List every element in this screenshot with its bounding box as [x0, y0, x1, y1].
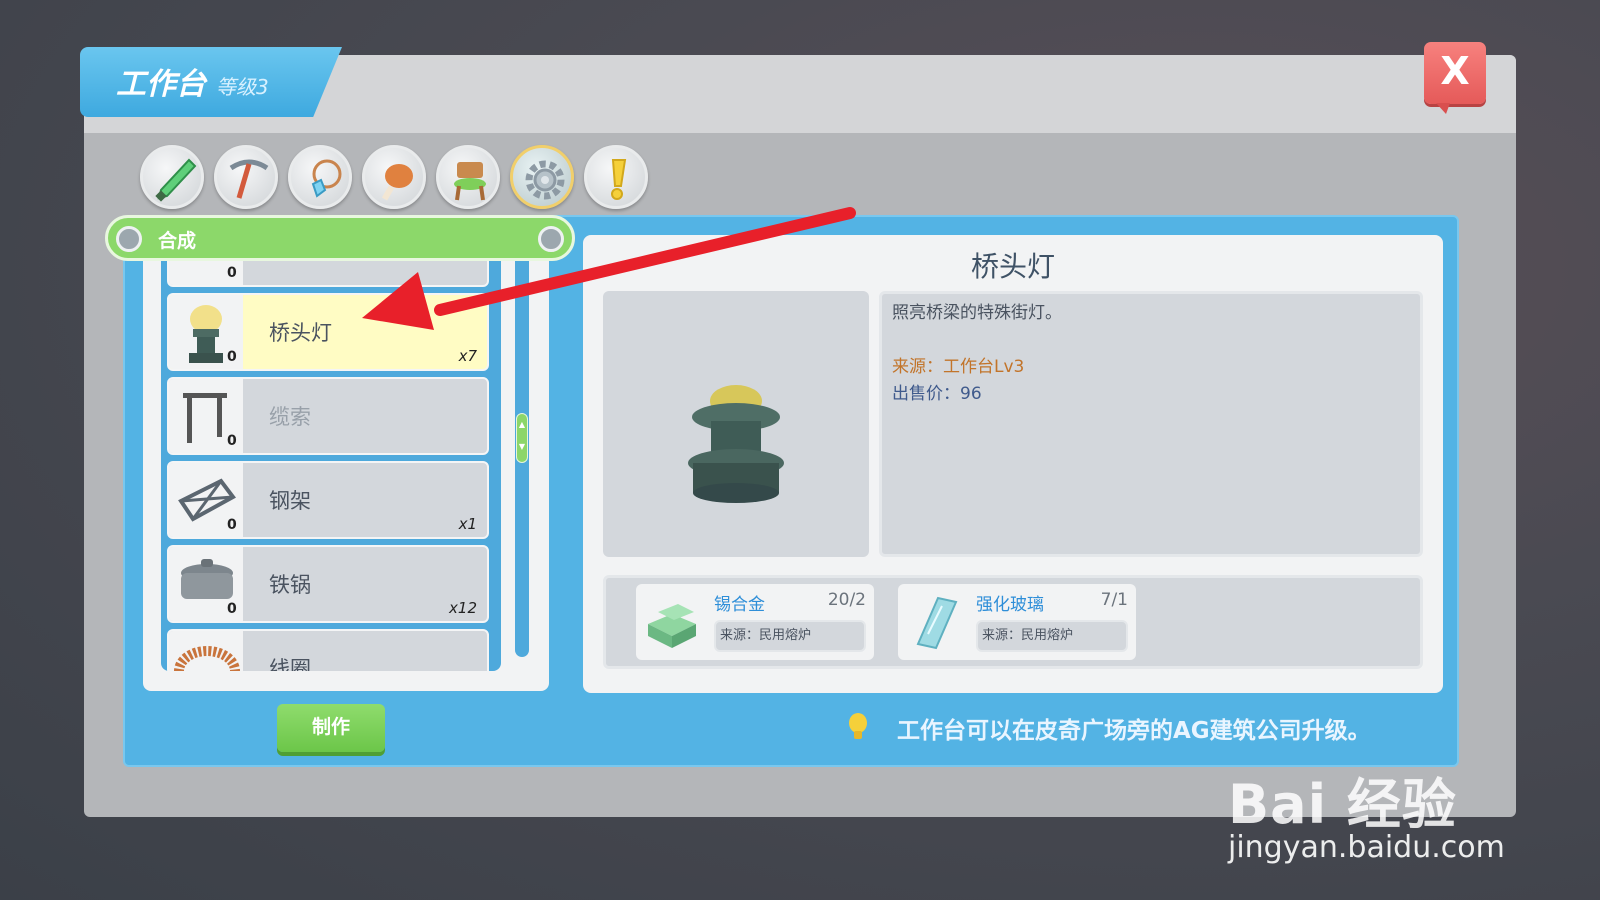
item-quantity: x7: [458, 347, 477, 365]
lightbulb-icon: [845, 711, 871, 747]
list-item-coil[interactable]: 线圈: [167, 629, 489, 671]
item-name: 钢架: [269, 489, 311, 513]
item-name: 铁锅: [269, 573, 311, 597]
amulet-icon[interactable]: [288, 145, 352, 209]
recipe-list-card: 0 0 桥头灯 x7 0 缆索 0 钢架 x1 0 铁锅 x12 线圈 ▲ ▼: [143, 243, 549, 691]
header-left-dot: [116, 226, 142, 252]
window-title: 工作台: [116, 67, 206, 102]
crafting-panel: 0 0 桥头灯 x7 0 缆索 0 钢架 x1 0 铁锅 x12 线圈 ▲ ▼ …: [105, 215, 1459, 767]
material-source: 来源：民用熔炉: [976, 620, 1128, 652]
item-preview: [603, 291, 869, 557]
item-owned-count: 0: [227, 601, 237, 617]
list-item-bridge-lamp[interactable]: 0 桥头灯 x7: [167, 293, 489, 371]
list-item-steel-frame[interactable]: 0 钢架 x1: [167, 461, 489, 539]
title-bar: 工作台 等级3 X: [80, 42, 1516, 133]
material-count: 20/2: [827, 590, 866, 610]
list-item-cable[interactable]: 0 缆索: [167, 377, 489, 455]
baidu-watermark-url: jingyan.baidu.com: [1228, 830, 1505, 865]
item-name: 线圈: [269, 657, 311, 671]
workbench-level: 等级3: [216, 75, 269, 99]
item-description-box: 照亮桥梁的特殊街灯。 来源：工作台Lv3 出售价：96: [879, 291, 1423, 557]
item-owned-count: 0: [227, 349, 237, 365]
pickaxe-icon[interactable]: [214, 145, 278, 209]
make-button[interactable]: 制作: [277, 704, 385, 752]
material-count: 7/1: [1100, 590, 1128, 610]
coil-icon: [169, 631, 243, 671]
recipe-list[interactable]: 0 0 桥头灯 x7 0 缆索 0 钢架 x1 0 铁锅 x12 线圈: [161, 243, 501, 671]
item-owned-count: 0: [227, 265, 237, 281]
item-description: 照亮桥梁的特殊街灯。: [892, 303, 1062, 323]
synthesis-header: 合成: [105, 215, 575, 261]
bridge-lamp-preview-icon: [688, 385, 784, 503]
item-sell-price: 出售价：96: [892, 384, 982, 404]
scrollbar[interactable]: ▲ ▼: [515, 243, 529, 657]
item-source: 来源：工作台Lv3: [892, 357, 1025, 377]
material-name: 锡合金: [714, 595, 765, 615]
material-reinforced-glass[interactable]: 强化玻璃 7/1 来源：民用熔炉: [898, 584, 1136, 660]
scrollbar-thumb[interactable]: ▲ ▼: [516, 413, 528, 463]
upgrade-tip: 工作台可以在皮奇广场旁的AG建筑公司升级。: [897, 718, 1371, 744]
material-tin-alloy[interactable]: 锡合金 20/2 来源：民用熔炉: [636, 584, 874, 660]
item-name: 桥头灯: [269, 321, 332, 345]
gear-icon[interactable]: [510, 145, 574, 209]
baidu-watermark-logo: Bai 经验: [1228, 773, 1457, 836]
workbench-window: 工作台 等级3 X 0 0 桥头灯 x7 0 缆索 0 钢架 x1 0 铁锅 x…: [80, 42, 1516, 817]
title-tab: 工作台 等级3: [80, 47, 342, 117]
item-owned-count: 0: [227, 517, 237, 533]
glass-icon: [904, 590, 968, 654]
item-quantity: x12: [449, 599, 477, 617]
sword-icon[interactable]: [140, 145, 204, 209]
detail-title: 桥头灯: [970, 250, 1055, 283]
material-source: 来源：民用熔炉: [714, 620, 866, 652]
close-button[interactable]: X: [1424, 42, 1486, 114]
header-right-dot: [538, 226, 564, 252]
list-item-iron-pot[interactable]: 0 铁锅 x12: [167, 545, 489, 623]
synthesis-label: 合成: [158, 230, 197, 252]
meat-icon[interactable]: [362, 145, 426, 209]
item-owned-count: 0: [227, 433, 237, 449]
tin-alloy-icon: [642, 590, 706, 654]
material-name: 强化玻璃: [976, 595, 1044, 615]
chair-icon[interactable]: [436, 145, 500, 209]
item-name: 缆索: [269, 405, 311, 429]
exclamation-icon[interactable]: [584, 145, 648, 209]
item-detail-card: 桥头灯 照亮桥梁的特殊街灯。 来源：工作台Lv3 出售价：96 锡合金 20/2…: [583, 235, 1443, 693]
item-quantity: x1: [458, 515, 477, 533]
materials-strip: 锡合金 20/2 来源：民用熔炉 强化玻璃 7/1 来源：民用熔炉: [603, 575, 1423, 669]
